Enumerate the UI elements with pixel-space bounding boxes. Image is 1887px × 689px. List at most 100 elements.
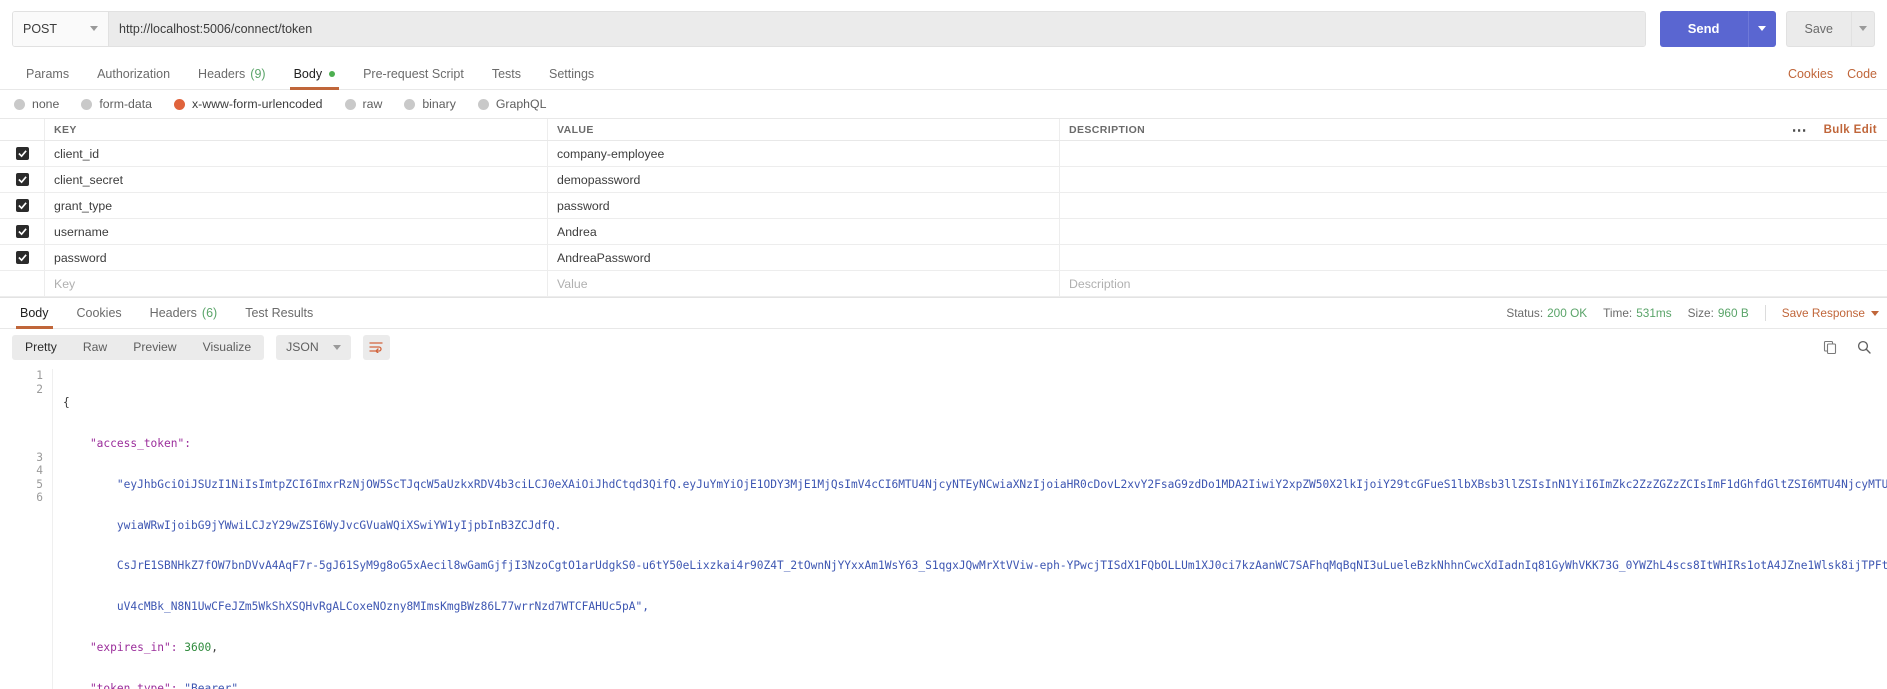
- row-description-input[interactable]: [1059, 167, 1887, 192]
- format-visualize[interactable]: Visualize: [190, 335, 265, 360]
- response-language-label: JSON: [286, 340, 319, 354]
- response-format-switch: Pretty Raw Preview Visualize: [12, 334, 265, 360]
- chevron-down-icon: [332, 344, 341, 350]
- row-description-input[interactable]: [1059, 193, 1887, 218]
- column-header-value: VALUE: [547, 119, 1059, 140]
- tab-label: Body: [293, 66, 323, 81]
- radio-icon: [477, 98, 489, 110]
- table-row: grant_type password: [0, 193, 1887, 219]
- response-tab-test-results[interactable]: Test Results: [231, 298, 327, 328]
- row-value-input[interactable]: company-employee: [547, 141, 1059, 166]
- body-type-none[interactable]: none: [14, 97, 59, 111]
- new-row-description-input[interactable]: Description: [1059, 271, 1887, 296]
- tab-settings[interactable]: Settings: [535, 58, 608, 89]
- table-header-row: KEY VALUE DESCRIPTION ⋯ Bulk Edit: [0, 119, 1887, 141]
- status-badge: 200 OK: [1547, 306, 1588, 320]
- row-checkbox-cell: [0, 219, 44, 244]
- row-checkbox-checked[interactable]: [15, 147, 29, 160]
- chevron-down-icon[interactable]: [1871, 310, 1879, 316]
- row-value-input[interactable]: AndreaPassword: [547, 245, 1059, 270]
- row-description-input[interactable]: [1059, 141, 1887, 166]
- row-checkbox-cell: [0, 141, 44, 166]
- tab-label: Headers: [198, 66, 246, 81]
- line-number: 2: [36, 382, 43, 396]
- body-type-label: form-data: [99, 97, 152, 111]
- row-checkbox-checked[interactable]: [15, 225, 29, 238]
- save-options-button[interactable]: [1851, 10, 1875, 47]
- method-url-group: POST http://localhost:5006/connect/token: [12, 10, 1646, 47]
- row-checkbox-cell: [0, 271, 44, 296]
- format-preview[interactable]: Preview: [120, 335, 189, 360]
- chevron-down-icon: [1859, 26, 1867, 31]
- wrap-lines-icon[interactable]: [362, 334, 390, 360]
- tab-tests[interactable]: Tests: [478, 58, 535, 89]
- chevron-down-icon: [90, 26, 98, 31]
- tab-headers[interactable]: Headers (9): [184, 58, 280, 89]
- body-type-x-www-form-urlencoded[interactable]: x-www-form-urlencoded: [173, 97, 323, 111]
- format-raw[interactable]: Raw: [70, 335, 120, 360]
- copy-icon[interactable]: [1823, 340, 1837, 354]
- table-row: password AndreaPassword: [0, 245, 1887, 271]
- line-number: [0, 410, 43, 424]
- cookies-link[interactable]: Cookies: [1788, 67, 1833, 81]
- body-type-graphql[interactable]: GraphQL: [477, 97, 546, 111]
- save-response-button[interactable]: Save Response: [1782, 306, 1865, 320]
- row-checkbox-checked[interactable]: [15, 173, 29, 186]
- code-line: {: [63, 396, 70, 410]
- bulk-edit-link[interactable]: Bulk Edit: [1824, 124, 1877, 136]
- new-row-key-input[interactable]: Key: [44, 271, 547, 296]
- row-description-input[interactable]: [1059, 245, 1887, 270]
- row-checkbox-checked[interactable]: [15, 251, 29, 264]
- line-number: [0, 423, 43, 437]
- body-type-label: none: [32, 97, 60, 111]
- http-method-select[interactable]: POST: [13, 11, 109, 46]
- header-check-spacer: [0, 119, 44, 140]
- row-key-input[interactable]: password: [44, 245, 547, 270]
- new-row-value-input[interactable]: Value: [547, 271, 1059, 296]
- row-value-input[interactable]: password: [547, 193, 1059, 218]
- code-line: "access_token":: [63, 436, 198, 450]
- row-description-input[interactable]: [1059, 219, 1887, 244]
- row-key-input[interactable]: grant_type: [44, 193, 547, 218]
- response-language-select[interactable]: JSON: [276, 334, 351, 360]
- request-url-input[interactable]: http://localhost:5006/connect/token: [109, 11, 1645, 46]
- tab-label: Tests: [491, 66, 521, 81]
- response-tab-cookies[interactable]: Cookies: [63, 298, 136, 328]
- tab-label: Body: [20, 306, 49, 320]
- more-options-icon[interactable]: ⋯: [1792, 121, 1808, 139]
- code-content: { "access_token": "eyJhbGciOiJSUzI1NiIsI…: [52, 369, 1887, 689]
- code-link[interactable]: Code: [1847, 67, 1877, 81]
- body-type-form-data[interactable]: form-data: [81, 97, 152, 111]
- response-tab-headers[interactable]: Headers (6): [136, 298, 232, 328]
- row-value-input[interactable]: demopassword: [547, 167, 1059, 192]
- table-row: username Andrea: [0, 219, 1887, 245]
- radio-icon: [14, 98, 25, 110]
- response-body-code[interactable]: 1 2 3 4 5 6 { "access_token": "eyJhbGciO…: [0, 365, 1887, 689]
- column-header-description: DESCRIPTION ⋯ Bulk Edit: [1059, 119, 1887, 140]
- line-number: 6: [36, 491, 43, 505]
- table-header-tools: ⋯ Bulk Edit: [1792, 121, 1887, 139]
- row-value-input[interactable]: Andrea: [547, 219, 1059, 244]
- save-group: Save: [1785, 10, 1875, 47]
- tab-params[interactable]: Params: [12, 58, 83, 89]
- format-pretty[interactable]: Pretty: [12, 335, 70, 360]
- send-options-button[interactable]: [1747, 10, 1776, 47]
- save-button[interactable]: Save: [1785, 10, 1851, 47]
- postman-app: POST http://localhost:5006/connect/token…: [0, 0, 1887, 689]
- tab-authorization[interactable]: Authorization: [83, 58, 184, 89]
- code-line: uV4cMBk_N8N1UwCFeJZm5WkShXSQHvRgALCoxeNO…: [63, 600, 649, 614]
- status-label: Status:: [1506, 306, 1544, 320]
- radio-icon: [81, 98, 93, 110]
- search-icon[interactable]: [1857, 340, 1871, 354]
- row-key-input[interactable]: client_id: [44, 141, 547, 166]
- row-key-input[interactable]: username: [44, 219, 547, 244]
- body-type-raw[interactable]: raw: [344, 97, 382, 111]
- tab-pre-request-script[interactable]: Pre-request Script: [349, 58, 478, 89]
- response-tab-body[interactable]: Body: [6, 298, 63, 329]
- row-key-input[interactable]: client_secret: [44, 167, 547, 192]
- size-label: Size:: [1687, 306, 1714, 320]
- row-checkbox-checked[interactable]: [15, 199, 29, 212]
- send-button[interactable]: Send: [1659, 10, 1748, 47]
- body-type-binary[interactable]: binary: [404, 97, 456, 111]
- tab-body[interactable]: Body: [280, 58, 350, 90]
